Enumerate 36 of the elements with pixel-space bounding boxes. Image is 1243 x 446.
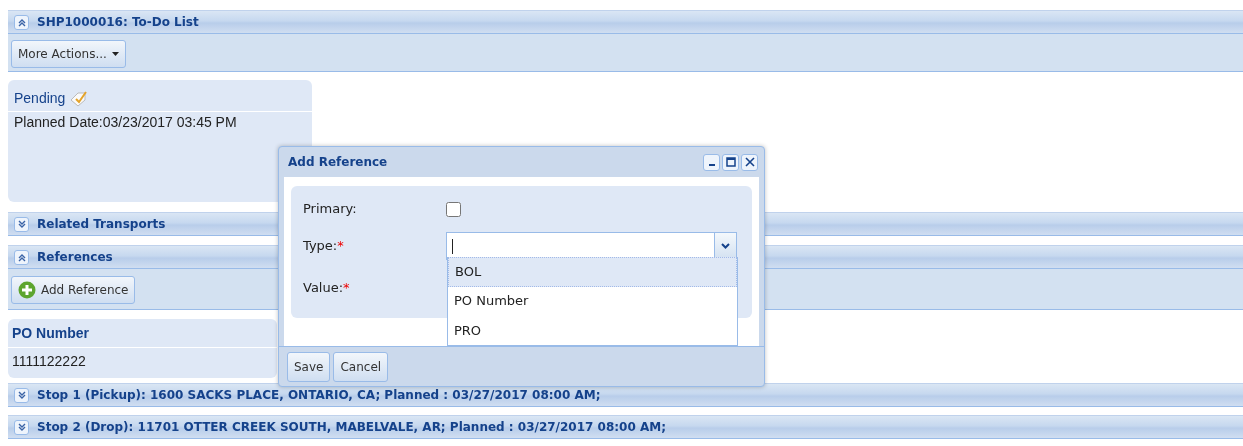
chevron-down-icon: [721, 243, 730, 249]
maximize-icon[interactable]: [722, 153, 739, 171]
dropdown-option[interactable]: PO Number: [448, 287, 737, 317]
reference-type: PO Number: [8, 319, 277, 348]
add-reference-button[interactable]: Add Reference: [11, 276, 136, 304]
primary-checkbox[interactable]: [446, 201, 461, 217]
dialog-button[interactable]: Cancel: [333, 352, 389, 382]
type-combo-field[interactable]: [446, 232, 737, 260]
expand-icon[interactable]: [14, 387, 29, 403]
status-label: Pending: [14, 89, 66, 108]
expand-icon[interactable]: [14, 216, 29, 232]
reference-value: 1111122222: [11, 352, 87, 371]
panel-title: Stop 2 (Drop): 11701 OTTER CREEK SOUTH, MABELVALE, AR; Planned : 03/27/2017 08:00 AM;: [37, 419, 666, 436]
close-icon[interactable]: [741, 153, 758, 171]
field-label: Primary:: [303, 200, 358, 219]
dialog-title: Add Reference: [288, 154, 388, 171]
collapse-icon[interactable]: [14, 249, 29, 265]
dropdown-option[interactable]: PRO: [448, 317, 737, 345]
panel-title: Stop 1 (Pickup): 1600 SACKS PLACE, ONTARIO, CA; Planned : 03/27/2017 08:00 AM;: [37, 387, 601, 404]
minimize-icon[interactable]: [703, 153, 720, 171]
collapse-icon[interactable]: [14, 14, 29, 30]
tag-icon: [69, 90, 90, 107]
plus-icon: [18, 281, 36, 299]
dropdown-option[interactable]: BOL: [448, 257, 737, 287]
field-label: Type:*: [303, 237, 345, 256]
planned-date: Planned Date:03/23/2017 03:45 PM: [13, 113, 238, 132]
panel-title: SHP1000016: To-Do List: [37, 14, 199, 31]
text-cursor: [452, 238, 453, 254]
more-actions-button[interactable]: More Actions...: [11, 40, 126, 68]
expand-icon[interactable]: [14, 419, 29, 435]
dialog-button[interactable]: Save: [287, 352, 331, 382]
panel-title: Related Transports: [37, 216, 166, 233]
field-label: Value:*: [303, 279, 351, 298]
dropdown-trigger[interactable]: [714, 233, 736, 259]
caret-icon: [111, 52, 119, 56]
panel-title: References: [37, 249, 113, 266]
